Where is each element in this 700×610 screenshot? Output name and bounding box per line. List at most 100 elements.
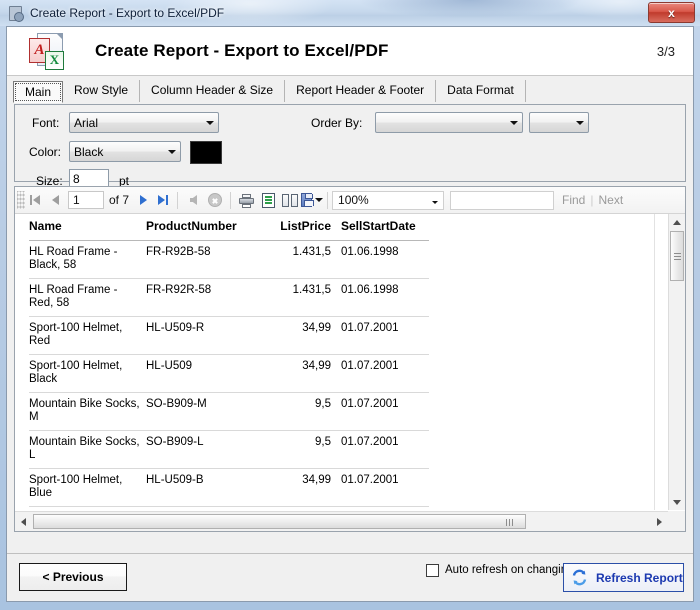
table-row: Sport-100 Helmet, Red HL-U509-R 34,99 01… [29,316,429,355]
previous-page-button[interactable] [45,190,65,210]
column-header-name: Name [29,214,146,241]
dialog-header: A X Create Report - Export to Excel/PDF … [7,27,693,76]
toolbar-grip[interactable] [17,191,25,209]
step-indicator: 3/3 [656,43,675,59]
table-row: AWC Logo Cap CA-1098 8,99 01.07.2001 [29,506,429,510]
report-window-icon [7,5,24,22]
back-arrow-icon[interactable] [182,190,204,211]
cell-product: HL-U509 [146,354,253,393]
chevron-down-icon [163,148,180,156]
first-page-button[interactable] [25,190,45,210]
table-header-row: Name ProductNumber ListPrice SellStartDa… [29,214,429,241]
color-swatch[interactable] [190,141,222,164]
cell-name: Mountain Bike Socks, L [29,430,146,469]
refresh-report-label: Refresh Report [596,570,683,585]
book-layout-icon[interactable] [279,190,301,211]
page-layout-icon[interactable] [257,190,279,211]
zoom-select-value: 100% [338,193,369,207]
cell-product: FR-R92B-58 [146,240,253,279]
next-page-button[interactable] [133,190,153,210]
font-select-value: Arial [74,115,99,130]
cell-name: HL Road Frame - Black, 58 [29,240,146,279]
report-table: Name ProductNumber ListPrice SellStartDa… [29,214,429,510]
cell-date: 01.06.1998 [341,278,429,317]
scroll-up-icon[interactable] [669,214,685,230]
tab-strip: Main Row Style Column Header & Size Repo… [7,76,693,103]
find-input[interactable] [450,190,555,210]
title-bar: Create Report - Export to Excel/PDF x [0,0,700,26]
save-export-icon[interactable] [301,190,324,211]
column-header-listprice: ListPrice [253,214,341,241]
find-divider: | [590,193,594,207]
find-next-button[interactable]: Next [598,193,623,207]
column-header-productnumber: ProductNumber [146,214,253,241]
chevron-down-icon [505,119,522,127]
cell-name: Mountain Bike Socks, M [29,392,146,431]
pdf-excel-icon: A X [27,31,67,71]
cell-date: 01.07.2001 [341,506,429,510]
table-row: Mountain Bike Socks, L SO-B909-L 9,5 01.… [29,430,429,469]
last-page-button[interactable] [153,190,173,210]
close-button[interactable]: x [648,2,695,23]
toolbar-divider [177,191,179,209]
order-by-field-select[interactable] [375,112,523,133]
cell-date: 01.07.2001 [341,392,429,431]
page-title: Create Report - Export to Excel/PDF [95,41,389,60]
cell-name: Sport-100 Helmet, Red [29,316,146,355]
tab-report-header-footer[interactable]: Report Header & Footer [285,80,437,102]
close-icon: x [668,5,675,20]
print-icon[interactable] [235,190,257,211]
color-select-value: Black [74,144,104,159]
previous-button[interactable]: < Previous [19,563,127,591]
refresh-report-button[interactable]: Refresh Report [563,563,684,592]
color-label: Color: [29,145,62,159]
color-select[interactable]: Black [69,141,181,162]
horizontal-scroll-thumb[interactable] [33,514,526,529]
tab-column-header-size[interactable]: Column Header & Size [140,80,286,102]
toolbar-divider [230,191,232,209]
order-by-label: Order By: [311,116,363,130]
refresh-icon [571,569,588,586]
chevron-down-icon [427,193,443,207]
cell-price: 34,99 [253,316,341,355]
tab-row-style[interactable]: Row Style [63,80,141,102]
cell-price: 9,5 [253,392,341,431]
vertical-scrollbar[interactable] [668,214,685,510]
cell-product: SO-B909-M [146,392,253,431]
cell-product: HL-U509-B [146,468,253,507]
cell-date: 01.07.2001 [341,316,429,355]
horizontal-scrollbar[interactable] [15,511,685,531]
scroll-right-icon[interactable] [651,512,668,531]
cell-product: HL-U509-R [146,316,253,355]
tab-main[interactable]: Main [13,81,64,103]
order-by-direction-select[interactable] [529,112,589,133]
excel-glyph: X [45,51,64,70]
table-row: HL Road Frame - Red, 58 FR-R92R-58 1.431… [29,278,429,317]
cell-price: 8,99 [253,506,341,510]
toolbar-divider [327,191,329,209]
font-select[interactable]: Arial [69,112,219,133]
cell-date: 01.06.1998 [341,240,429,279]
cell-name: AWC Logo Cap [29,506,146,510]
cell-product: CA-1098 [146,506,253,510]
application-window: Create Report - Export to Excel/PDF x A … [0,0,700,610]
vertical-scroll-thumb[interactable] [670,231,684,281]
page-number-input[interactable]: 1 [68,191,104,209]
cell-price: 34,99 [253,468,341,507]
find-button[interactable]: Find [562,193,585,207]
cell-date: 01.07.2001 [341,354,429,393]
zoom-select[interactable]: 100% [332,190,445,210]
window-title: Create Report - Export to Excel/PDF [30,6,225,20]
scroll-down-icon[interactable] [669,494,685,510]
cell-name: Sport-100 Helmet, Blue [29,468,146,507]
table-row: HL Road Frame - Black, 58 FR-R92B-58 1.4… [29,240,429,279]
tab-data-format[interactable]: Data Format [436,80,526,102]
checkbox-box[interactable] [426,564,439,577]
report-viewer-body: Name ProductNumber ListPrice SellStartDa… [15,214,685,531]
chevron-down-icon [571,119,588,127]
report-page: Name ProductNumber ListPrice SellStartDa… [15,214,655,510]
scroll-left-icon[interactable] [15,512,32,531]
cell-name: Sport-100 Helmet, Black [29,354,146,393]
stop-icon[interactable] [204,190,226,211]
table-row: Mountain Bike Socks, M SO-B909-M 9,5 01.… [29,392,429,431]
